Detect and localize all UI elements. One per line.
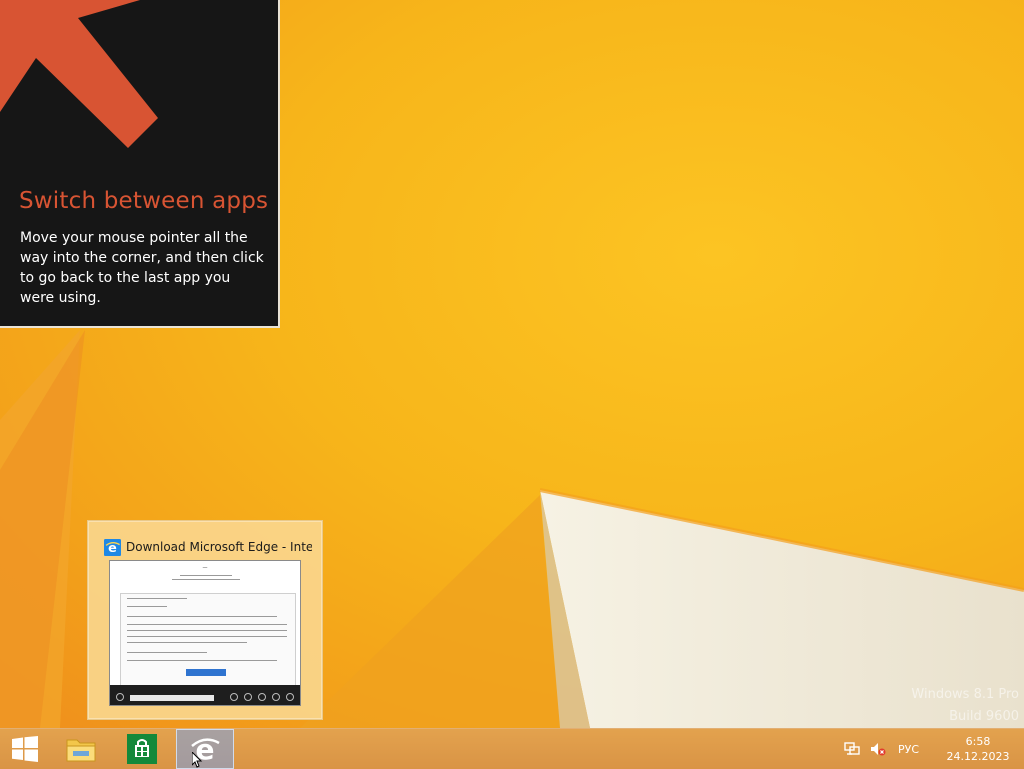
windows-watermark: Windows 8.1 Pro Build 9600 xyxy=(911,684,1019,728)
watermark-build: Build 9600 xyxy=(949,709,1019,724)
desktop[interactable]: Switch between apps Move your mouse poin… xyxy=(0,0,1024,728)
tray-volume[interactable] xyxy=(870,729,892,769)
taskbar-file-explorer[interactable] xyxy=(56,729,106,769)
tip-text: Move your mouse pointer all the way into… xyxy=(20,230,264,306)
taskbar-thumbnail-preview[interactable]: e Download Microsoft Edge - Inte... — xyxy=(87,520,323,720)
taskbar: e РУС 6:58 24.12.2023 xyxy=(0,728,1024,769)
start-button[interactable] xyxy=(0,729,50,769)
clock-time: 6:58 xyxy=(965,735,991,748)
preview-download-button-graphic xyxy=(186,669,226,676)
language-indicator[interactable]: РУС xyxy=(898,729,928,769)
thumbnail-title: Download Microsoft Edge - Inte... xyxy=(126,540,312,554)
volume-muted-icon xyxy=(871,743,886,756)
taskbar-store[interactable] xyxy=(117,729,167,769)
preview-heading-graphic: — xyxy=(202,565,208,571)
store-icon xyxy=(127,734,157,764)
window-preview[interactable]: — xyxy=(109,560,301,706)
tip-title: Switch between apps xyxy=(19,188,269,214)
windows-logo-icon xyxy=(12,736,38,762)
file-explorer-icon xyxy=(66,739,96,762)
system-tray: РУС 6:58 24.12.2023 xyxy=(844,729,1024,769)
taskbar-internet-explorer[interactable]: e xyxy=(176,729,234,769)
clock-date: 24.12.2023 xyxy=(946,750,1010,763)
tip-panel: Switch between apps Move your mouse poin… xyxy=(0,0,280,328)
clock[interactable]: 6:58 24.12.2023 xyxy=(940,729,1016,769)
watermark-edition: Windows 8.1 Pro xyxy=(911,687,1019,702)
tray-network[interactable] xyxy=(844,729,866,769)
corner-arrow-icon xyxy=(0,0,158,148)
network-icon xyxy=(844,742,860,755)
preview-address-bar xyxy=(110,685,300,705)
internet-explorer-icon: e xyxy=(104,538,121,556)
mouse-pointer-icon xyxy=(192,752,203,768)
